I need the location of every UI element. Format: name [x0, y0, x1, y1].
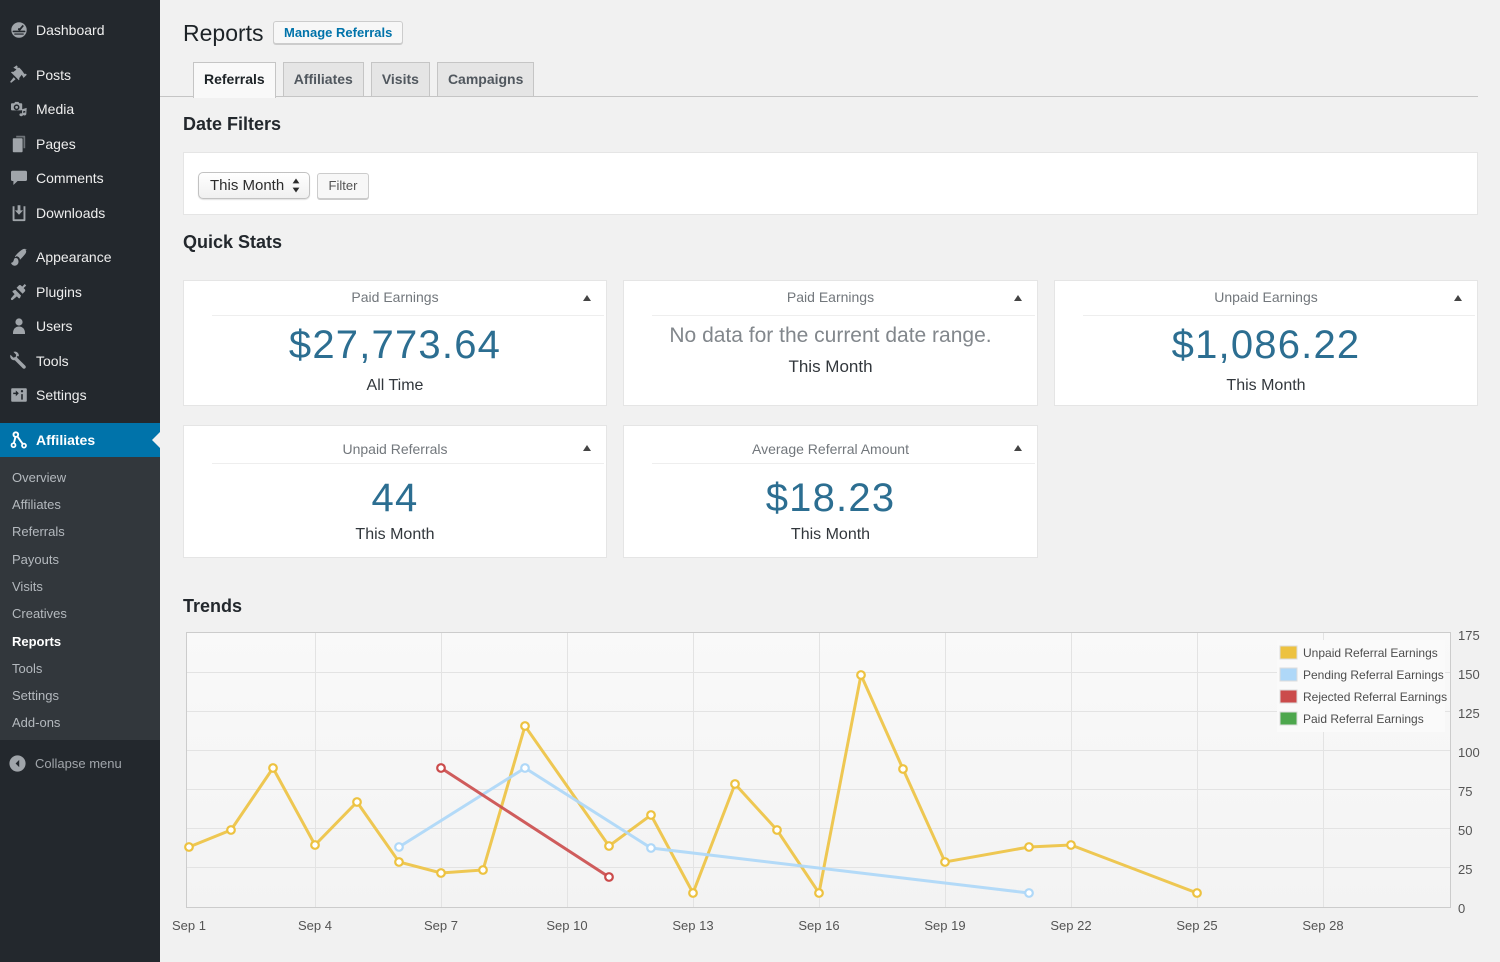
svg-text:150: 150 — [1458, 667, 1480, 682]
svg-text:Sep 13: Sep 13 — [672, 918, 713, 933]
svg-text:Unpaid Referral Earnings: Unpaid Referral Earnings — [1303, 646, 1438, 660]
svg-text:Sep 4: Sep 4 — [298, 918, 332, 933]
svg-text:Sep 19: Sep 19 — [924, 918, 965, 933]
svg-text:Pending Referral Earnings: Pending Referral Earnings — [1303, 668, 1444, 682]
svg-text:0: 0 — [1458, 901, 1465, 916]
svg-text:Sep 16: Sep 16 — [798, 918, 839, 933]
svg-text:50: 50 — [1458, 823, 1472, 838]
svg-text:25: 25 — [1458, 862, 1472, 877]
svg-text:Rejected Referral Earnings: Rejected Referral Earnings — [1303, 690, 1447, 704]
svg-text:Sep 25: Sep 25 — [1176, 918, 1217, 933]
svg-text:175: 175 — [1458, 628, 1480, 643]
svg-text:100: 100 — [1458, 745, 1480, 760]
svg-text:Sep 28: Sep 28 — [1302, 918, 1343, 933]
svg-text:Paid Referral Earnings: Paid Referral Earnings — [1303, 712, 1424, 726]
svg-text:Sep 10: Sep 10 — [546, 918, 587, 933]
svg-text:125: 125 — [1458, 706, 1480, 721]
svg-text:Sep 7: Sep 7 — [424, 918, 458, 933]
svg-text:Sep 1: Sep 1 — [172, 918, 206, 933]
svg-text:75: 75 — [1458, 784, 1472, 799]
svg-text:Sep 22: Sep 22 — [1050, 918, 1091, 933]
